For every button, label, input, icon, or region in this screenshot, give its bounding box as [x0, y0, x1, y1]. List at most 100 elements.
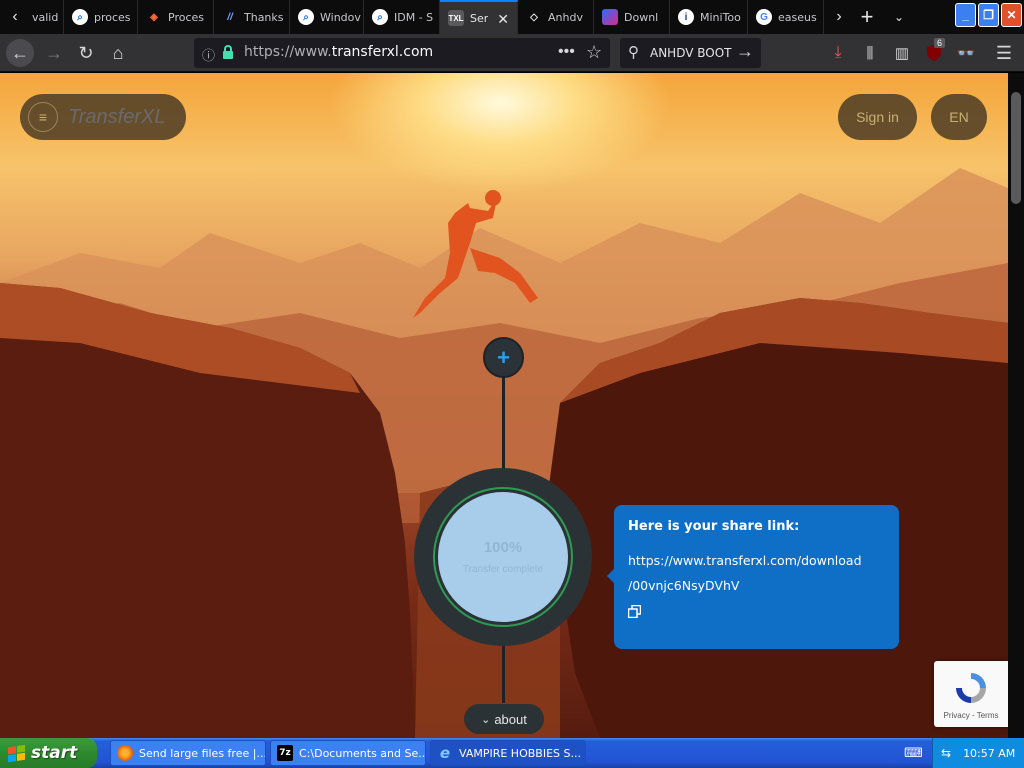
- tab-label: MiniToo: [700, 10, 741, 24]
- url-prefix: https://www.: [244, 44, 332, 60]
- tab-label: Ser: [470, 11, 489, 25]
- sign-in-button[interactable]: Sign in: [838, 94, 917, 140]
- ublock-badge: 6: [934, 38, 946, 48]
- minitool-icon: i: [678, 9, 694, 25]
- magnifier-icon: ⌕: [298, 9, 314, 25]
- google-icon: G: [756, 9, 772, 25]
- tab-7[interactable]: ◇ Anhdv: [518, 0, 594, 34]
- page-actions-icon[interactable]: •••: [558, 43, 575, 61]
- vs-icon: //: [227, 11, 233, 23]
- ie-icon: e: [439, 744, 451, 762]
- progress-percent: 100%: [483, 539, 523, 556]
- taskbar-item-firefox[interactable]: Send large files free |...: [110, 740, 266, 766]
- tab-list-chevron-icon[interactable]: ⌄: [886, 4, 912, 30]
- tab-label: valid: [32, 10, 59, 24]
- tab-0[interactable]: valid: [24, 0, 64, 34]
- system-tray: ⇆ 10:57 AM: [932, 738, 1024, 768]
- recaptcha-links[interactable]: Privacy - Terms: [934, 711, 1008, 720]
- tabs-scroll-right-icon[interactable]: ›: [826, 4, 852, 30]
- diamond-outline-icon: ◇: [530, 11, 538, 23]
- tab-6-active[interactable]: TXL Ser ✕: [440, 0, 518, 34]
- progress-status: Transfer complete: [462, 564, 544, 575]
- network-icon[interactable]: ⇆: [941, 746, 951, 760]
- tab-8[interactable]: Downl: [594, 0, 670, 34]
- tab-label: Downl: [624, 10, 659, 24]
- bookmark-star-icon[interactable]: ☆: [586, 42, 602, 63]
- brand-logo: TransferXL: [68, 105, 166, 128]
- start-button[interactable]: start: [0, 738, 97, 768]
- info-icon[interactable]: ⓘ: [202, 45, 215, 64]
- about-button[interactable]: ⌄ about: [464, 704, 544, 734]
- restore-icon[interactable]: ❐: [978, 3, 999, 27]
- lock-icon: [222, 45, 234, 59]
- tab-4[interactable]: ⌕ Windov: [290, 0, 364, 34]
- url-domain: transferxl.com: [331, 44, 434, 60]
- back-arrow-icon[interactable]: ←: [6, 39, 34, 67]
- new-tab-icon[interactable]: +: [854, 4, 880, 30]
- add-files-button[interactable]: +: [483, 337, 524, 378]
- brand-menu[interactable]: ≡ TransferXL: [20, 94, 186, 140]
- copy-link-icon[interactable]: [627, 604, 642, 619]
- tab-label: easeus: [778, 10, 817, 24]
- share-title: Here is your share link:: [628, 519, 800, 534]
- privacy-badger-icon[interactable]: 👓: [956, 43, 976, 63]
- download-icon[interactable]: ⤓: [828, 43, 848, 63]
- windows-taskbar: start Send large files free |... 7z C:\D…: [0, 738, 1024, 768]
- keyboard-icon[interactable]: ⌨: [904, 745, 923, 761]
- gradient-icon: [602, 9, 618, 25]
- tab-label: Thanks: [244, 10, 284, 24]
- tab-3[interactable]: // Thanks: [214, 0, 290, 34]
- tab-1[interactable]: ⌕ proces: [64, 0, 138, 34]
- library-icon[interactable]: ⫼: [860, 43, 880, 63]
- tab-10[interactable]: G easeus: [748, 0, 824, 34]
- taskbar-item-7zip[interactable]: 7z C:\Documents and Se...: [270, 740, 426, 766]
- tab-label: Proces: [168, 10, 204, 24]
- search-go-arrow-icon[interactable]: →: [736, 41, 754, 62]
- tab-label: Anhdv: [548, 10, 583, 24]
- url-bar[interactable]: ⓘ https://www.transferxl.com ••• ☆: [194, 38, 610, 68]
- clock[interactable]: 10:57 AM: [963, 747, 1015, 760]
- windows-logo-icon: [8, 744, 25, 762]
- tab-9[interactable]: i MiniToo: [670, 0, 748, 34]
- taskbar-item-label: Send large files free |...: [139, 746, 266, 760]
- taskbar-item-label: C:\Documents and Se...: [299, 746, 426, 760]
- share-link-line1[interactable]: https://www.transferxl.com/download: [628, 548, 868, 573]
- 7zip-icon: 7z: [277, 745, 293, 761]
- chevron-down-icon: ⌄: [481, 713, 491, 726]
- reload-icon[interactable]: ↻: [72, 39, 100, 67]
- txl-icon: TXL: [448, 10, 464, 26]
- url-text: https://www.transferxl.com: [244, 44, 433, 60]
- tab-strip: ‹ valid ⌕ proces ◈ Proces // Thanks ⌕ Wi…: [0, 0, 1024, 34]
- menu-icon[interactable]: ≡: [28, 102, 58, 132]
- tab-label: IDM - S: [394, 10, 434, 24]
- close-window-icon[interactable]: ✕: [1001, 3, 1022, 27]
- tab-2[interactable]: ◈ Proces: [138, 0, 214, 34]
- page-content: ≡ TransferXL Sign in EN + 100% Transfer …: [0, 73, 1008, 738]
- tab-5[interactable]: ⌕ IDM - S: [364, 0, 440, 34]
- forward-arrow-icon[interactable]: →: [40, 39, 68, 67]
- minimize-icon[interactable]: _: [955, 3, 976, 27]
- share-link[interactable]: https://www.transferxl.com/download /00v…: [628, 548, 868, 598]
- sidebar-icon[interactable]: ▥: [892, 43, 912, 63]
- recaptcha-badge[interactable]: Privacy - Terms: [934, 661, 1008, 727]
- home-icon[interactable]: ⌂: [104, 39, 132, 67]
- diamond-icon: ◈: [150, 11, 158, 23]
- share-link-line2[interactable]: /00vnjc6NsyDVhV: [628, 573, 868, 598]
- search-bar[interactable]: ⚲ ANHDV BOOT →: [620, 38, 761, 68]
- search-icon: ⚲: [628, 44, 639, 61]
- recaptcha-icon: [956, 673, 986, 703]
- scrollbar-thumb[interactable]: [1011, 92, 1021, 204]
- taskbar-item-label: VAMPIRE HOBBIES S...: [459, 746, 581, 760]
- taskbar-item-ie[interactable]: e VAMPIRE HOBBIES S...: [430, 740, 586, 766]
- close-tab-icon[interactable]: ✕: [497, 11, 509, 28]
- magnifier-icon: ⌕: [72, 9, 88, 25]
- hamburger-menu-icon[interactable]: ☰: [994, 43, 1014, 63]
- language-button[interactable]: EN: [931, 94, 987, 140]
- tab-label: proces: [94, 10, 131, 24]
- magnifier-icon: ⌕: [372, 9, 388, 25]
- about-label: about: [494, 711, 527, 727]
- connector-line: [502, 375, 505, 475]
- search-input[interactable]: ANHDV BOOT: [650, 46, 732, 60]
- navigation-toolbar: ← → ↻ ⌂ ⓘ https://www.transferxl.com •••…: [0, 34, 1024, 72]
- share-link-card: Here is your share link: https://www.tra…: [607, 505, 899, 649]
